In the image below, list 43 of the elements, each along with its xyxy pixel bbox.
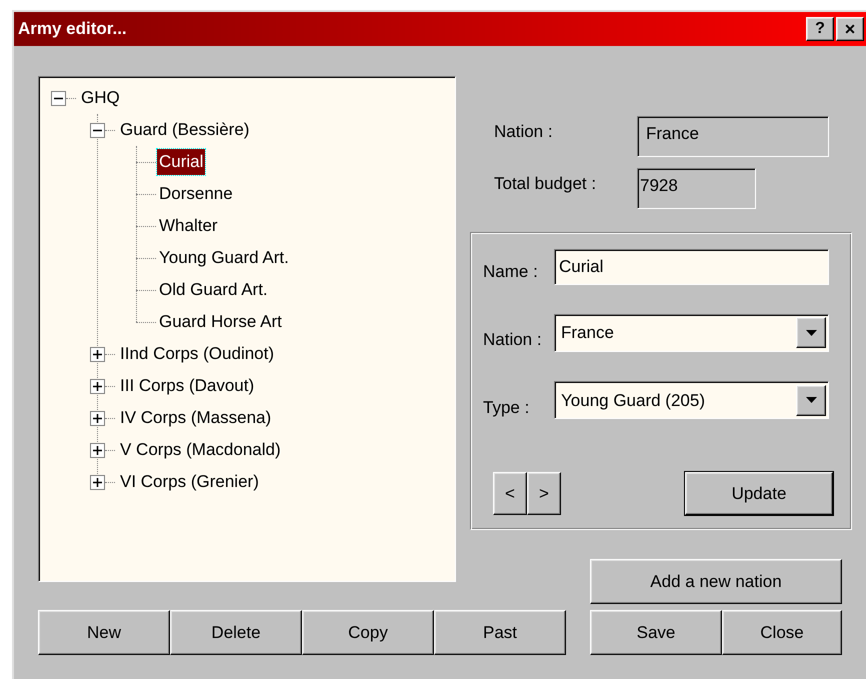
tree-item[interactable]: Curial xyxy=(157,149,206,175)
collapse-icon[interactable] xyxy=(51,90,66,106)
tree-item[interactable]: IInd Corps (Oudinot) xyxy=(118,341,276,367)
budget-readonly-field: 7928 xyxy=(637,168,756,209)
previous-button[interactable]: < xyxy=(493,472,527,515)
help-button[interactable]: ? xyxy=(806,17,834,41)
tree-item[interactable]: Guard Horse Art xyxy=(157,309,284,335)
type-dropdown[interactable]: Young Guard (205) xyxy=(554,381,829,420)
add-nation-button[interactable]: Add a new nation xyxy=(590,559,842,604)
nation-label: Nation : xyxy=(494,120,554,143)
nation-readonly-field: France xyxy=(637,116,829,157)
tree-action-button[interactable]: Copy xyxy=(302,610,434,655)
update-button[interactable]: Update xyxy=(685,472,833,515)
name-field[interactable]: Curial xyxy=(554,249,829,285)
tree-item[interactable]: VI Corps (Grenier) xyxy=(118,469,261,495)
tree-action-button[interactable]: New xyxy=(38,610,170,655)
collapse-icon[interactable] xyxy=(90,122,105,138)
expand-icon[interactable] xyxy=(90,442,105,458)
expand-icon[interactable] xyxy=(90,346,105,362)
expand-icon[interactable] xyxy=(90,474,105,490)
tree-item[interactable]: Whalter xyxy=(157,213,220,239)
tree-item[interactable]: Dorsenne xyxy=(157,181,235,207)
tree-item[interactable]: III Corps (Davout) xyxy=(118,373,256,399)
budget-label: Total budget : xyxy=(494,172,598,195)
field-label: Type : xyxy=(482,396,530,418)
tree-item[interactable]: GHQ xyxy=(79,85,122,111)
field-label: Nation : xyxy=(482,329,543,351)
expand-icon[interactable] xyxy=(90,378,105,394)
tree-action-button[interactable]: Past xyxy=(434,610,566,655)
window-title: Army editor... xyxy=(18,18,127,40)
tree-item[interactable]: Young Guard Art. xyxy=(157,245,291,271)
tree-item[interactable]: Old Guard Art. xyxy=(157,277,270,303)
nation-dropdown[interactable]: France xyxy=(554,314,829,352)
tree-item[interactable]: IV Corps (Massena) xyxy=(118,405,274,431)
expand-icon[interactable] xyxy=(90,410,105,426)
tree-item[interactable]: Guard (Bessière) xyxy=(118,117,252,143)
close-dialog-button[interactable]: Close xyxy=(722,610,842,655)
save-button[interactable]: Save xyxy=(590,610,722,655)
tree-action-button[interactable]: Delete xyxy=(170,610,302,655)
tree-item[interactable]: V Corps (Macdonald) xyxy=(118,437,283,463)
close-button[interactable]: × xyxy=(836,17,864,41)
next-button[interactable]: > xyxy=(527,472,561,515)
field-label: Name : xyxy=(482,261,539,284)
